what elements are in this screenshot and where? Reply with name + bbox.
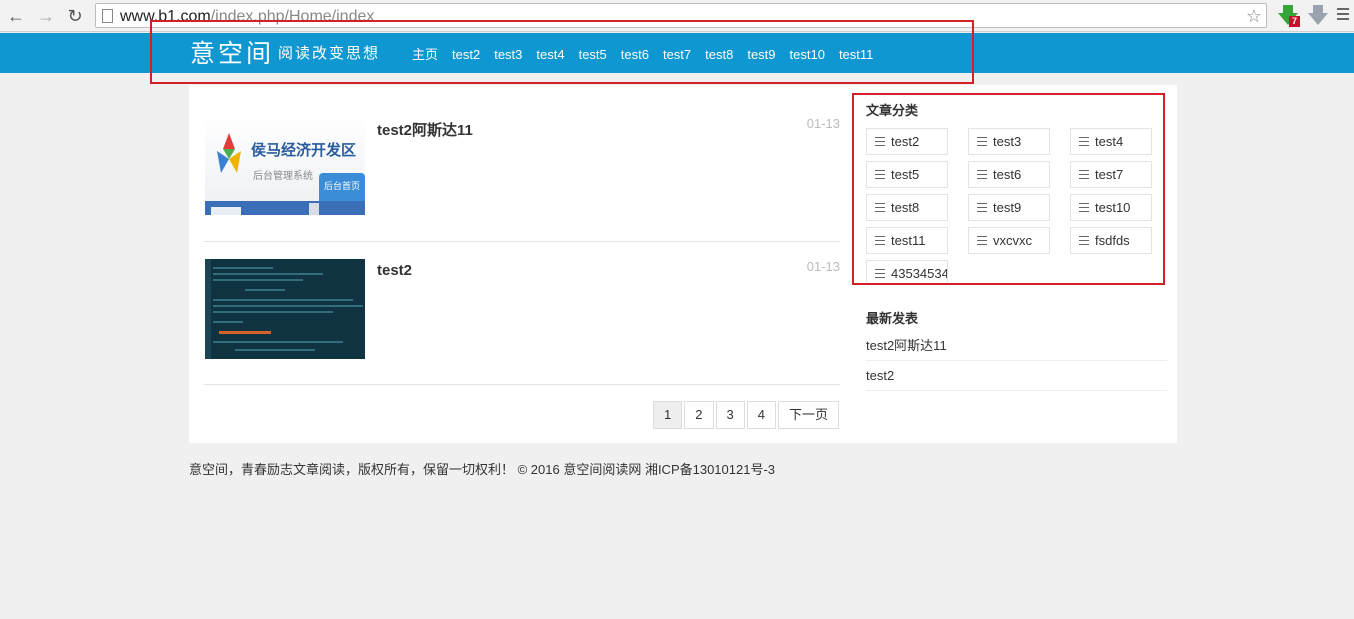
post-thumbnail[interactable] — [205, 259, 365, 359]
recent-post-link[interactable]: test2阿斯达11 — [866, 331, 1167, 361]
list-icon — [1079, 236, 1089, 245]
category-tag[interactable]: test5 — [866, 161, 948, 188]
categories-heading: 文章分类 — [866, 103, 919, 118]
page-4-button[interactable]: 4 — [746, 401, 776, 429]
list-icon — [977, 170, 987, 179]
nav-test7[interactable]: test7 — [663, 47, 691, 62]
category-tag[interactable]: test9 — [968, 194, 1050, 221]
post-title[interactable]: test2阿斯达11 — [377, 119, 473, 140]
category-tag[interactable]: test4 — [1070, 128, 1152, 155]
list-icon — [977, 203, 987, 212]
logo-tagline: 阅读改变思想 — [278, 43, 381, 62]
post-item[interactable]: 侯马经济开发区 后台管理系统 后台首页 test2阿斯达11 01-13 — [204, 85, 840, 241]
download-extension-icon[interactable]: 7 — [1276, 3, 1300, 29]
forward-arrow-icon[interactable]: → — [35, 5, 57, 27]
list-icon — [875, 269, 885, 278]
top-nav: 主页 test2 test3 test4 test5 test6 test7 test8 tes… — [404, 44, 879, 63]
post-thumbnail[interactable]: 侯马经济开发区 后台管理系统 后台首页 — [205, 115, 365, 215]
thumb-subtitle: 后台管理系统 — [253, 171, 313, 182]
logo-main: 意空间 — [190, 39, 275, 68]
post-item[interactable]: test2 01-13 — [204, 241, 840, 384]
post-title[interactable]: test2 — [377, 262, 412, 279]
list-icon — [875, 203, 885, 212]
thumb-title: 侯马经济开发区 — [251, 142, 357, 159]
reload-icon[interactable]: ↻ — [64, 5, 86, 27]
pagination: 1 2 3 4 下一页 — [651, 401, 839, 429]
category-tag[interactable]: test2 — [866, 128, 948, 155]
next-page-button[interactable]: 下一页 — [777, 401, 839, 429]
list-icon — [1079, 137, 1089, 146]
browser-menu-icon[interactable] — [1337, 8, 1349, 23]
nav-test2[interactable]: test2 — [452, 47, 480, 62]
post-date: 01-13 — [806, 259, 840, 274]
page-3-button[interactable]: 3 — [715, 401, 745, 429]
category-tag[interactable]: test7 — [1070, 161, 1152, 188]
url-host: www.b1.com — [120, 8, 211, 25]
bookmark-star-icon[interactable]: ☆ — [1246, 4, 1262, 28]
list-icon — [1079, 203, 1089, 212]
list-icon — [977, 236, 987, 245]
browser-toolbar: ← → ↻ www.b1.com/index.php/Home/index ☆ … — [0, 0, 1354, 32]
category-tag[interactable]: test3 — [968, 128, 1050, 155]
site-header: 意空间 阅读改变思想 主页 test2 test3 test4 test5 test6 tes… — [0, 33, 1354, 73]
category-tag[interactable]: fsdfds — [1070, 227, 1152, 254]
list-icon — [977, 137, 987, 146]
nav-test4[interactable]: test4 — [536, 47, 564, 62]
nav-test6[interactable]: test6 — [621, 47, 649, 62]
nav-test5[interactable]: test5 — [579, 47, 607, 62]
category-tag[interactable]: test11 — [866, 227, 948, 254]
page-icon — [102, 9, 113, 23]
address-bar[interactable]: www.b1.com/index.php/Home/index ☆ — [95, 3, 1267, 28]
category-tag[interactable]: test10 — [1070, 194, 1152, 221]
page-1-button[interactable]: 1 — [653, 401, 683, 429]
nav-test11[interactable]: test11 — [839, 47, 873, 62]
category-tag[interactable]: test8 — [866, 194, 948, 221]
category-tag[interactable]: vxcvxc — [968, 227, 1050, 254]
divider — [204, 384, 840, 385]
nav-test10[interactable]: test10 — [790, 47, 825, 62]
recent-post-link[interactable]: test2 — [866, 361, 1167, 391]
nav-test9[interactable]: test9 — [747, 47, 775, 62]
category-tag[interactable]: test6 — [968, 161, 1050, 188]
download-icon[interactable] — [1306, 3, 1330, 29]
extension-badge: 7 — [1289, 16, 1300, 27]
url-text[interactable]: www.b1.com/index.php/Home/index — [120, 6, 374, 28]
nav-home[interactable]: 主页 — [412, 47, 438, 62]
list-icon — [875, 170, 885, 179]
recent-heading: 最新发表 — [866, 311, 919, 326]
list-icon — [875, 236, 885, 245]
logo-mark-icon — [217, 133, 241, 173]
nav-test3[interactable]: test3 — [494, 47, 522, 62]
category-tag[interactable]: 43534534 — [866, 260, 948, 282]
post-date: 01-13 — [806, 116, 840, 131]
list-icon — [875, 137, 885, 146]
thumb-button: 后台首页 — [319, 173, 365, 203]
footer-text: 意空间，青春励志文章阅读，版权所有，保留一切权利！ © 2016 意空间阅读网 … — [189, 462, 776, 477]
site-logo[interactable]: 意空间 阅读改变思想 — [190, 34, 380, 70]
page-2-button[interactable]: 2 — [684, 401, 714, 429]
back-arrow-icon[interactable]: ← — [5, 5, 27, 27]
list-icon — [1079, 170, 1089, 179]
url-path: /index.php/Home/index — [210, 8, 375, 25]
nav-test8[interactable]: test8 — [705, 47, 733, 62]
